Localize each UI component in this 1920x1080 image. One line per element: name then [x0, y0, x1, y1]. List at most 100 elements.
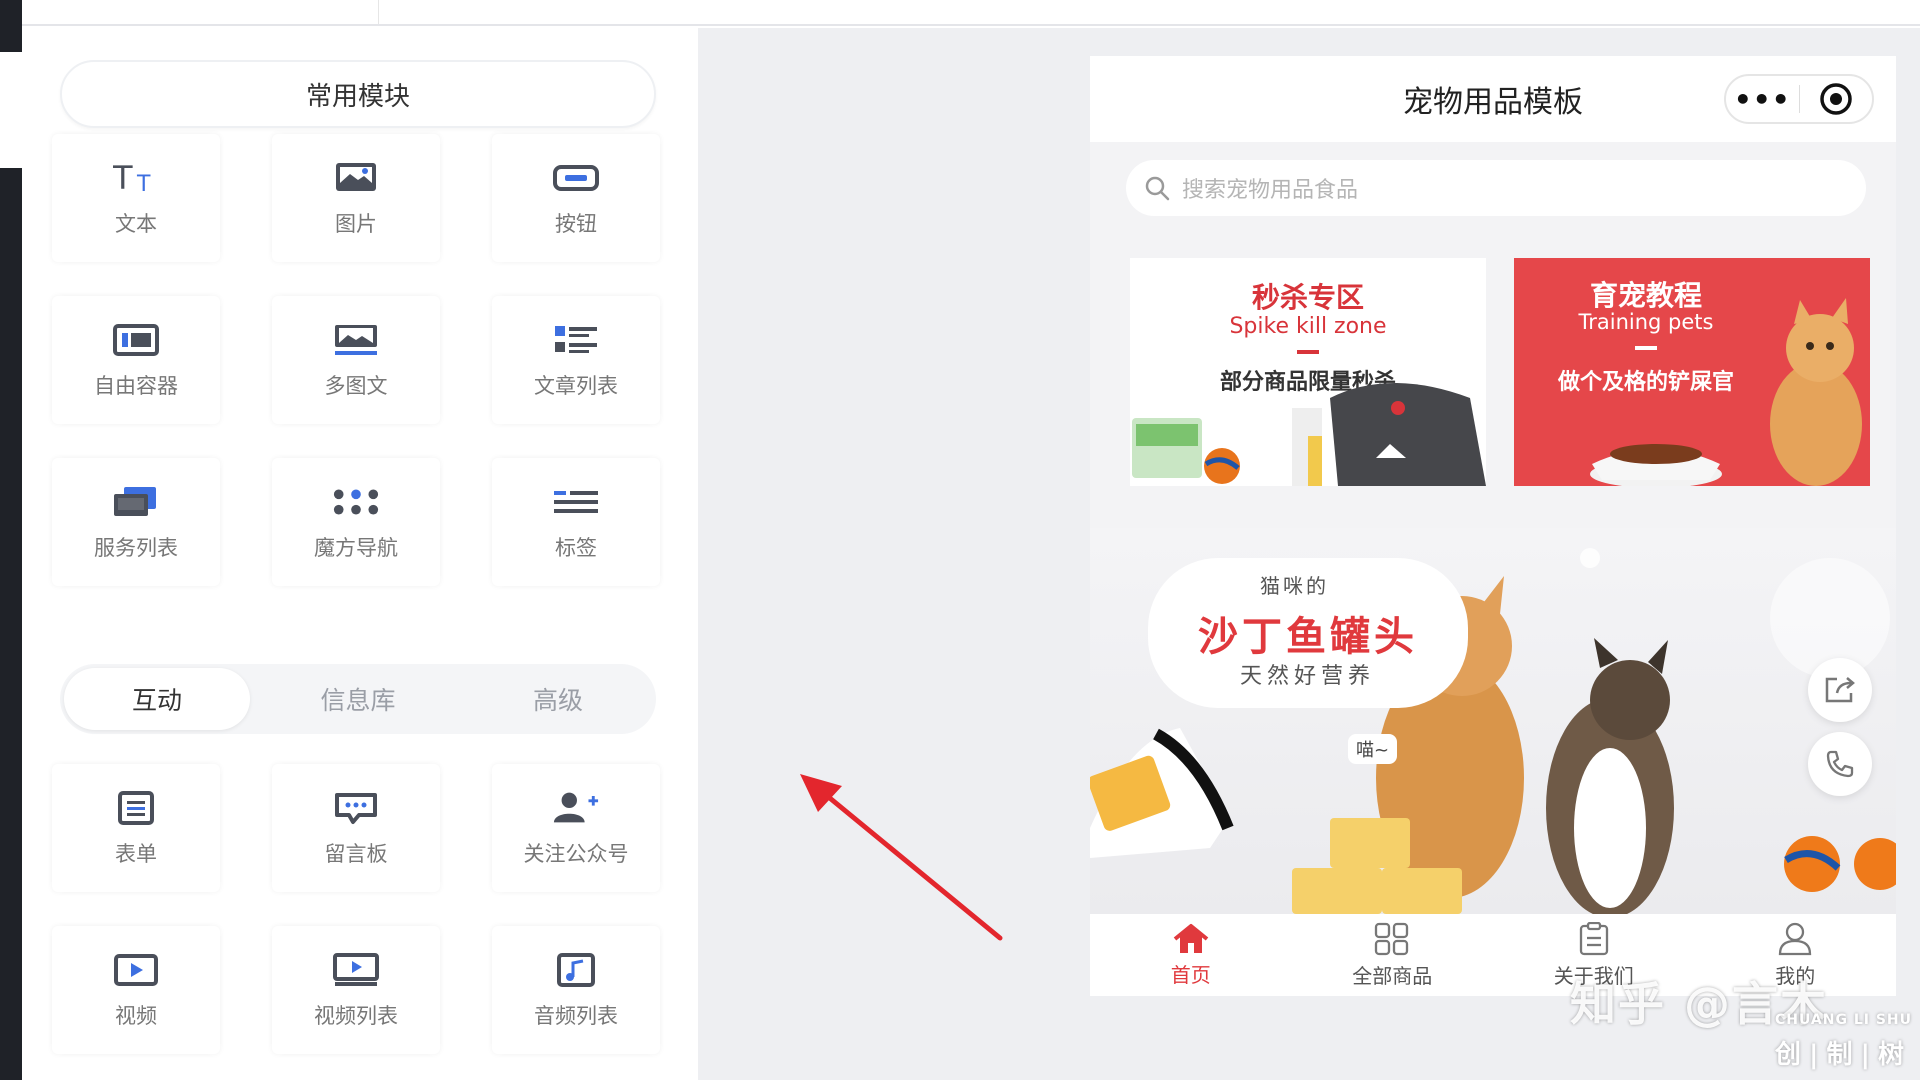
preview-header: 宠物用品模板 ••• — [1090, 56, 1896, 142]
module-article-list[interactable]: 文章列表 — [492, 296, 660, 424]
call-button[interactable] — [1808, 732, 1872, 796]
more-menu-icon[interactable]: ••• — [1726, 83, 1799, 116]
annotation-arrow-icon — [800, 774, 1003, 941]
module-label: 视频 — [115, 1004, 157, 1028]
tab-advanced[interactable]: 高级 — [460, 664, 656, 734]
left-nav-bar — [0, 168, 22, 1080]
module-tag[interactable]: 标签 — [492, 458, 660, 586]
tabbar-label: 全部商品 — [1352, 963, 1433, 988]
button-icon — [552, 158, 600, 198]
module-label: 标签 — [555, 536, 597, 560]
multi-image-text-icon — [332, 320, 380, 360]
module-form[interactable]: 表单 — [52, 764, 220, 892]
module-video-list[interactable]: 视频列表 — [272, 926, 440, 1054]
search-bar[interactable]: 搜索宠物用品食品 — [1126, 160, 1866, 216]
module-label: 文本 — [115, 212, 157, 236]
module-service-list[interactable]: 服务列表 — [52, 458, 220, 586]
module-follow-account[interactable]: 关注公众号 — [492, 764, 660, 892]
module-label: 服务列表 — [94, 536, 178, 560]
module-label: 多图文 — [324, 374, 388, 398]
message-board-icon — [332, 788, 380, 828]
module-label: 按钮 — [555, 212, 597, 236]
module-label: 视频列表 — [314, 1004, 398, 1028]
image-icon — [332, 158, 380, 198]
module-video[interactable]: 视频 — [52, 926, 220, 1054]
close-target-icon[interactable] — [1800, 82, 1873, 116]
banner-subtitle: Training pets — [1578, 310, 1714, 334]
logo-cn-text: 创|制|树 — [1775, 1040, 1912, 1070]
toolbar-divider — [378, 0, 379, 24]
audio-list-icon — [552, 950, 600, 990]
banner-subtitle: Spike kill zone — [1229, 314, 1387, 339]
tabbar-item-all-products[interactable]: 全部商品 — [1292, 914, 1494, 996]
interactive-modules-grid: 表单 留言板 关注公众号 视频 视频列表 音频列表 — [52, 764, 660, 1054]
hero-small-text: 猫咪的 — [1260, 574, 1329, 598]
banner-title: 秒杀专区 — [1251, 281, 1364, 314]
text-icon: TT — [112, 158, 160, 198]
module-cube-nav[interactable]: 魔方导航 — [272, 458, 440, 586]
module-message-board[interactable]: 留言板 — [272, 764, 440, 892]
tabbar-item-home[interactable]: 首页 — [1090, 914, 1292, 996]
module-audio-list[interactable]: 音频列表 — [492, 926, 660, 1054]
preview-body: 搜索宠物用品食品 秒杀专区 Spike kill zone 部分商品限量秒杀 育… — [1090, 142, 1896, 914]
component-panel: 常用模块 TT 文本 图片 按钮 自由容器 多图文 文章列表 服务列表 魔方导航… — [22, 28, 698, 1080]
about-us-icon — [1579, 921, 1608, 955]
module-container[interactable]: 自由容器 — [52, 296, 220, 424]
svg-text:T: T — [136, 172, 151, 195]
phone-icon — [1826, 750, 1854, 778]
hero-sub-text: 天然好营养 — [1240, 664, 1376, 689]
banner-tagline: 做个及格的铲屎官 — [1557, 370, 1734, 395]
module-label: 表单 — [115, 842, 157, 866]
common-modules-header[interactable]: 常用模块 — [60, 60, 656, 128]
chuanglishu-logo: CHUANG LI SHU 创|制|树 — [1712, 1012, 1912, 1074]
hero-main-text: 沙丁鱼罐头 — [1198, 614, 1418, 660]
module-label: 留言板 — [324, 842, 388, 866]
module-multi-image-text[interactable]: 多图文 — [272, 296, 440, 424]
search-placeholder: 搜索宠物用品食品 — [1182, 178, 1359, 203]
module-label: 文章列表 — [534, 374, 618, 398]
module-label: 图片 — [335, 212, 377, 236]
logo-en-text: CHUANG LI SHU — [1774, 1012, 1912, 1028]
tab-info-library[interactable]: 信息库 — [260, 664, 456, 734]
module-label: 自由容器 — [94, 374, 178, 398]
follow-account-icon — [552, 788, 600, 828]
module-text[interactable]: TT 文本 — [52, 134, 220, 262]
svg-text:T: T — [113, 161, 133, 195]
hero-meow-text: 喵~ — [1348, 734, 1398, 764]
banner-training-pets[interactable]: 育宠教程 Training pets 做个及格的铲屎官 — [1514, 258, 1870, 486]
share-icon — [1825, 677, 1855, 703]
module-image[interactable]: 图片 — [272, 134, 440, 262]
cube-nav-icon — [332, 482, 380, 522]
all-products-icon — [1375, 922, 1409, 955]
banner-dash — [1635, 346, 1657, 350]
category-tabs: 互动 信息库 高级 — [60, 664, 656, 734]
module-label: 魔方导航 — [314, 536, 398, 560]
banner-dash — [1297, 350, 1319, 354]
tabbar-label: 首页 — [1170, 962, 1211, 987]
container-icon — [112, 320, 160, 360]
form-icon — [112, 788, 160, 828]
top-toolbar-strip — [0, 0, 1920, 26]
common-modules-grid: TT 文本 图片 按钮 自由容器 多图文 文章列表 服务列表 魔方导航 标签 — [52, 134, 660, 586]
hero-banner-sardine-can[interactable]: 猫咪的 沙丁鱼罐头 天然好营养 喵~ — [1090, 528, 1896, 914]
mini-program-preview: 宠物用品模板 ••• 搜索宠物用品食品 秒杀专区 Spike kill zone… — [1090, 56, 1896, 996]
module-button[interactable]: 按钮 — [492, 134, 660, 262]
search-icon — [1145, 176, 1170, 201]
preview-title: 宠物用品模板 — [1403, 85, 1583, 120]
service-list-icon — [112, 482, 160, 522]
profile-icon — [1779, 922, 1812, 955]
banner-tagline: 部分商品限量秒杀 — [1219, 370, 1396, 395]
banner-title: 育宠教程 — [1589, 279, 1702, 312]
video-list-icon — [332, 950, 380, 990]
home-icon — [1173, 923, 1209, 953]
module-label: 音频列表 — [534, 1004, 618, 1028]
share-button[interactable] — [1808, 658, 1872, 722]
tag-icon — [552, 482, 600, 522]
banner-spike-zone[interactable]: 秒杀专区 Spike kill zone 部分商品限量秒杀 — [1130, 258, 1486, 486]
left-nav-bar-top — [0, 0, 22, 52]
video-icon — [112, 950, 160, 990]
tab-interactive[interactable]: 互动 — [64, 668, 250, 730]
mini-program-capsule: ••• — [1724, 74, 1874, 124]
module-label: 关注公众号 — [523, 842, 629, 866]
article-list-icon — [552, 320, 600, 360]
